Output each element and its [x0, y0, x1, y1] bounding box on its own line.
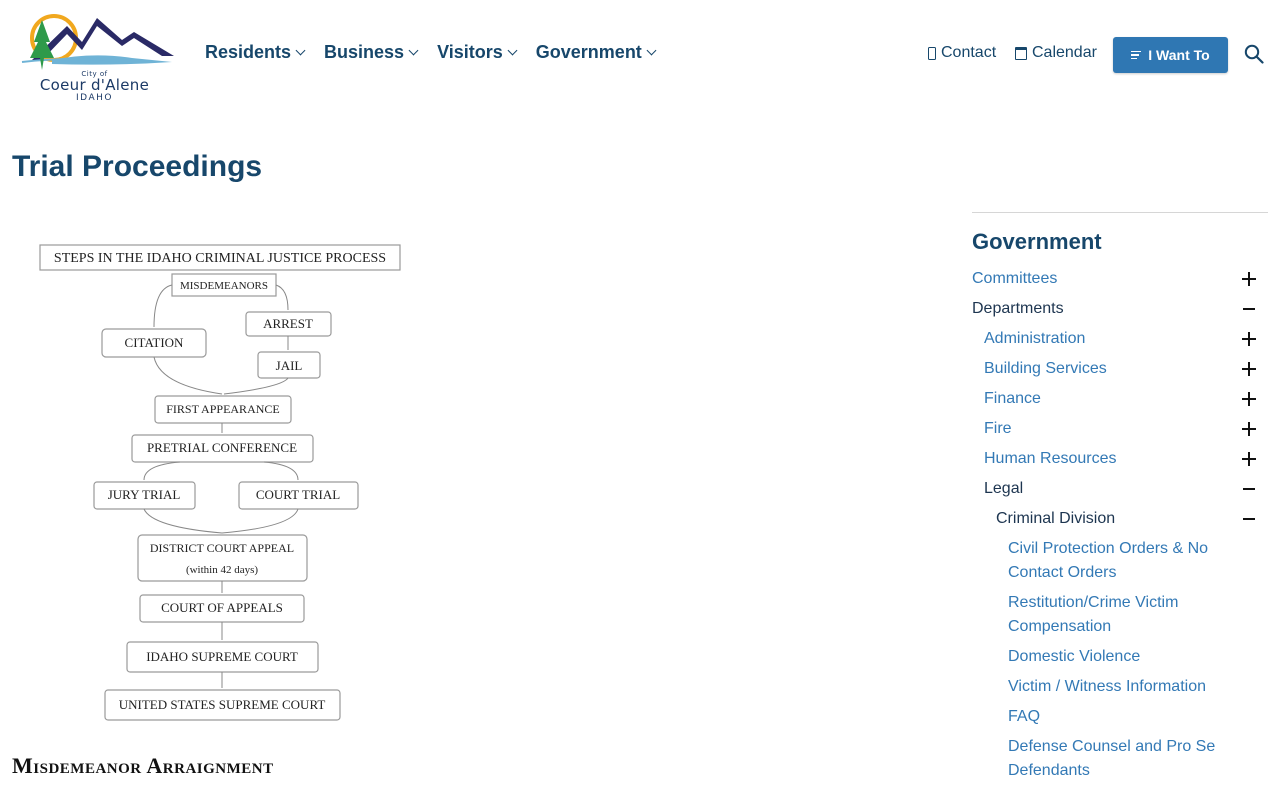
- contact-link[interactable]: Contact: [928, 44, 996, 62]
- jail-label: JAIL: [276, 358, 303, 373]
- flowchart-title: STEPS IN THE IDAHO CRIMINAL JUSTICE PROC…: [54, 251, 386, 266]
- sidebar-item-label: Administration: [984, 330, 1086, 347]
- collapse-minus-icon[interactable]: [1240, 300, 1258, 318]
- sidebar-item[interactable]: Victim / Witness Information: [972, 675, 1268, 699]
- misdemeanors-label: MISDEMEANORS: [180, 280, 268, 292]
- sidebar-item-label: Civil Protection Orders & No Contact Ord…: [1008, 540, 1209, 581]
- main-nav: Residents Business Visitors Government: [205, 42, 675, 63]
- sidebar-item[interactable]: Criminal Division: [972, 507, 1268, 531]
- sidebar-nav: Government Committees Departments Administ…: [972, 212, 1268, 789]
- court-trial-label: COURT TRIAL: [256, 487, 340, 502]
- nav-label: Residents: [205, 42, 292, 62]
- expand-plus-icon[interactable]: [1240, 390, 1258, 408]
- sidebar-item[interactable]: Legal: [972, 477, 1268, 501]
- i-want-to-label: I Want To: [1148, 47, 1210, 63]
- section-heading: Misdemeanor Arraignment: [12, 753, 274, 778]
- sidebar-item-label: Committees: [972, 270, 1058, 287]
- sidebar-item[interactable]: Domestic Violence: [972, 645, 1268, 669]
- calendar-link[interactable]: Calendar: [1015, 44, 1097, 62]
- sidebar-title[interactable]: Government: [972, 229, 1268, 255]
- sidebar-item-label: Finance: [984, 390, 1041, 407]
- sidebar-item[interactable]: Finance: [972, 387, 1268, 411]
- calendar-icon: [1015, 46, 1027, 60]
- logo-state: IDAHO: [76, 93, 113, 103]
- sidebar-item[interactable]: Fire: [972, 417, 1268, 441]
- jury-trial-label: JURY TRIAL: [108, 487, 181, 502]
- sidebar-item-label: Fire: [984, 420, 1012, 437]
- expand-plus-icon[interactable]: [1240, 450, 1258, 468]
- nav-government[interactable]: Government: [535, 42, 657, 63]
- sidebar-item-label: Criminal Division: [996, 510, 1116, 527]
- district-court-appeal-label: DISTRICT COURT APPEAL: [150, 541, 294, 555]
- sidebar-item-label: Human Resources: [984, 450, 1117, 467]
- expand-plus-icon[interactable]: [1240, 360, 1258, 378]
- sidebar-item[interactable]: Restitution/Crime Victim Compensation: [972, 591, 1268, 639]
- first-appearance-label: FIRST APPEARANCE: [166, 402, 279, 416]
- arrest-label: ARREST: [263, 316, 313, 331]
- sidebar-item-label: Victim / Witness Information: [1008, 678, 1206, 695]
- idaho-supreme-court-label: IDAHO SUPREME COURT: [146, 649, 298, 664]
- sidebar-item[interactable]: Building Services: [972, 357, 1268, 381]
- nav-residents[interactable]: Residents: [205, 42, 306, 63]
- i-want-to-button[interactable]: I Want To: [1113, 37, 1228, 73]
- pretrial-conference-label: PRETRIAL CONFERENCE: [147, 440, 297, 455]
- menu-lines-icon: [1131, 49, 1142, 62]
- us-supreme-court-label: UNITED STATES SUPREME COURT: [119, 697, 326, 712]
- search-icon[interactable]: [1244, 44, 1264, 64]
- contact-label: Contact: [941, 44, 997, 61]
- criminal-justice-flowchart: STEPS IN THE IDAHO CRIMINAL JUSTICE PROC…: [39, 244, 401, 721]
- chevron-down-icon: [646, 45, 657, 56]
- expand-plus-icon[interactable]: [1240, 420, 1258, 438]
- sidebar-item-label: Building Services: [984, 360, 1107, 377]
- sidebar-item[interactable]: Defense Counsel and Pro Se Defendants: [972, 735, 1268, 783]
- chevron-down-icon: [507, 45, 518, 56]
- nav-label: Business: [324, 42, 405, 62]
- sidebar-item[interactable]: Human Resources: [972, 447, 1268, 471]
- sidebar-item[interactable]: Civil Protection Orders & No Contact Ord…: [972, 537, 1268, 585]
- sidebar-item-label: FAQ: [1008, 708, 1041, 725]
- nav-visitors[interactable]: Visitors: [437, 42, 518, 63]
- sidebar-item-label: Domestic Violence: [1008, 648, 1141, 665]
- sidebar-item[interactable]: Committees: [972, 267, 1268, 291]
- expand-plus-icon[interactable]: [1240, 270, 1258, 288]
- sidebar-item-label: Legal: [984, 480, 1024, 497]
- city-logo[interactable]: City of Coeur d'Alene IDAHO: [12, 12, 177, 104]
- chevron-down-icon: [295, 45, 306, 56]
- logo-city-name: Coeur d'Alene: [39, 76, 150, 94]
- calendar-label: Calendar: [1032, 44, 1097, 61]
- page-title: Trial Proceedings: [12, 150, 263, 183]
- citation-label: CITATION: [125, 335, 185, 350]
- court-of-appeals-label: COURT OF APPEALS: [161, 600, 283, 615]
- sidebar-list: Committees Departments Administration Build…: [972, 267, 1268, 783]
- logo-mountains-icon: [21, 14, 174, 70]
- sidebar-item-label: Restitution/Crime Victim Compensation: [1008, 594, 1179, 635]
- sidebar-item[interactable]: Administration: [972, 327, 1268, 351]
- nav-label: Visitors: [437, 42, 503, 62]
- collapse-minus-icon[interactable]: [1240, 480, 1258, 498]
- collapse-minus-icon[interactable]: [1240, 510, 1258, 528]
- sidebar-item[interactable]: FAQ: [972, 705, 1268, 729]
- expand-plus-icon[interactable]: [1240, 330, 1258, 348]
- nav-business[interactable]: Business: [324, 42, 419, 63]
- sidebar-item-label: Defense Counsel and Pro Se Defendants: [1008, 738, 1216, 779]
- nav-label: Government: [535, 42, 642, 62]
- sidebar-item-label: Departments: [972, 300, 1064, 317]
- within-days-label: (within 42 days): [186, 564, 258, 576]
- chevron-down-icon: [408, 45, 419, 56]
- sidebar-item[interactable]: Departments: [972, 297, 1268, 321]
- phone-icon: [928, 46, 936, 60]
